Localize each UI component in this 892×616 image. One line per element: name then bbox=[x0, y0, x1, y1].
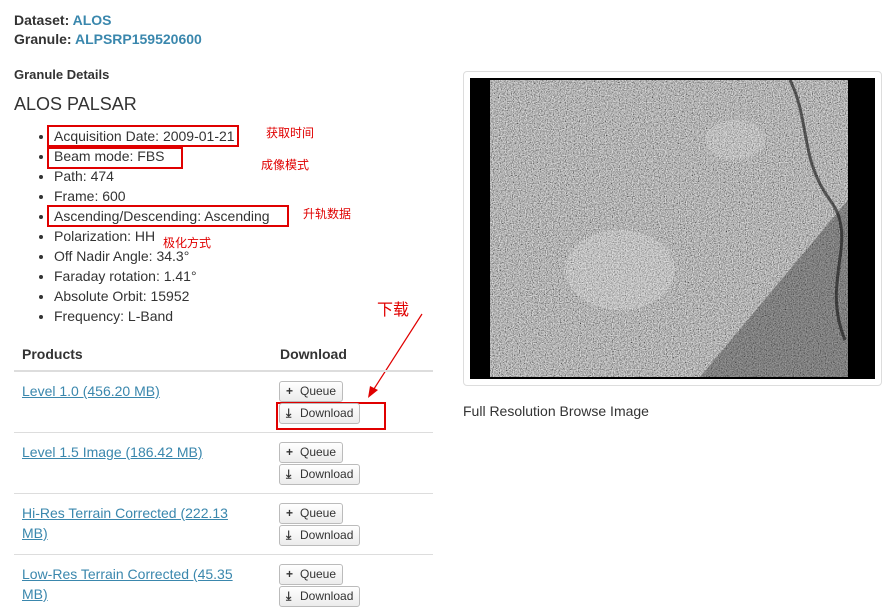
download-label: Download bbox=[300, 406, 354, 420]
dataset-line: Dataset: ALOS bbox=[14, 12, 112, 28]
download-button[interactable]: ⤓ Download bbox=[279, 464, 361, 485]
queue-label: Queue bbox=[300, 506, 337, 520]
granule-label: Granule: bbox=[14, 31, 72, 47]
download-icon: ⤓ bbox=[286, 467, 292, 481]
queue-label: Queue bbox=[300, 567, 337, 581]
download-label: Download bbox=[300, 528, 354, 542]
browse-image-frame bbox=[463, 71, 882, 386]
table-header: Products Download bbox=[14, 340, 433, 372]
product-link[interactable]: Level 1.0 (456.20 MB) bbox=[22, 381, 254, 401]
plus-icon: + bbox=[286, 445, 294, 459]
product-title: ALOS PALSAR bbox=[14, 94, 137, 114]
property-item: Path: 474 bbox=[54, 166, 270, 186]
table-row: Level 1.0 (456.20 MB) + Queue ⤓ Download bbox=[14, 372, 433, 433]
download-button[interactable]: ⤓ Download bbox=[279, 525, 361, 546]
plus-icon: + bbox=[286, 506, 294, 520]
property-item: Absolute Orbit: 15952 bbox=[54, 286, 270, 306]
granule-details-heading: Granule Details bbox=[14, 67, 110, 82]
dataset-label: Dataset: bbox=[14, 12, 70, 28]
product-link[interactable]: Low-Res Terrain Corrected (45.35 MB) bbox=[22, 564, 254, 604]
annotation-acquisition-note: 获取时间 bbox=[266, 126, 315, 140]
download-label: Download bbox=[300, 467, 354, 481]
annotation-polarization-note: 极化方式 bbox=[163, 236, 212, 250]
queue-label: Queue bbox=[300, 384, 337, 398]
table-row: Hi-Res Terrain Corrected (222.13 MB) + Qu… bbox=[14, 494, 433, 555]
property-item: Faraday rotation: 1.41° bbox=[54, 266, 270, 286]
download-button[interactable]: ⤓ Download bbox=[279, 586, 361, 607]
download-label: Download bbox=[300, 589, 354, 603]
granule-value[interactable]: ALPSRP159520600 bbox=[75, 31, 202, 47]
browse-image[interactable] bbox=[470, 78, 875, 379]
download-column-header: Download bbox=[280, 346, 347, 362]
products-table: Products Download Level 1.0 (456.20 MB) … bbox=[14, 340, 433, 616]
browse-image-caption: Full Resolution Browse Image bbox=[463, 403, 649, 419]
annotation-beam-note: 成像模式 bbox=[261, 158, 310, 172]
annotation-box-beam-mode bbox=[47, 147, 183, 169]
annotation-box-acquisition bbox=[47, 125, 239, 147]
granule-line: Granule: ALPSRP159520600 bbox=[14, 31, 202, 47]
queue-button[interactable]: + Queue bbox=[279, 503, 344, 524]
download-icon: ⤓ bbox=[286, 528, 292, 542]
queue-button[interactable]: + Queue bbox=[279, 564, 344, 585]
plus-icon: + bbox=[286, 384, 294, 398]
product-link[interactable]: Hi-Res Terrain Corrected (222.13 MB) bbox=[22, 503, 254, 543]
download-icon: ⤓ bbox=[286, 406, 292, 420]
dataset-value[interactable]: ALOS bbox=[73, 12, 112, 28]
download-icon: ⤓ bbox=[286, 589, 292, 603]
annotation-box-direction bbox=[47, 205, 289, 227]
property-item: Frame: 600 bbox=[54, 186, 270, 206]
download-button[interactable]: ⤓ Download bbox=[279, 403, 361, 424]
product-link[interactable]: Level 1.5 Image (186.42 MB) bbox=[22, 442, 254, 462]
plus-icon: + bbox=[286, 567, 294, 581]
products-column-header: Products bbox=[22, 346, 83, 362]
property-item: Off Nadir Angle: 34.3° bbox=[54, 246, 270, 266]
queue-button[interactable]: + Queue bbox=[279, 381, 344, 402]
table-row: Level 1.5 Image (186.42 MB) + Queue ⤓ Down… bbox=[14, 433, 433, 494]
queue-label: Queue bbox=[300, 445, 337, 459]
annotation-direction-note: 升轨数据 bbox=[303, 207, 352, 221]
property-item: Polarization: HH bbox=[54, 226, 270, 246]
property-item: Frequency: L-Band bbox=[54, 306, 270, 326]
queue-button[interactable]: + Queue bbox=[279, 442, 344, 463]
sar-browse-image bbox=[490, 80, 848, 377]
table-row: Low-Res Terrain Corrected (45.35 MB) + Qu… bbox=[14, 555, 433, 616]
